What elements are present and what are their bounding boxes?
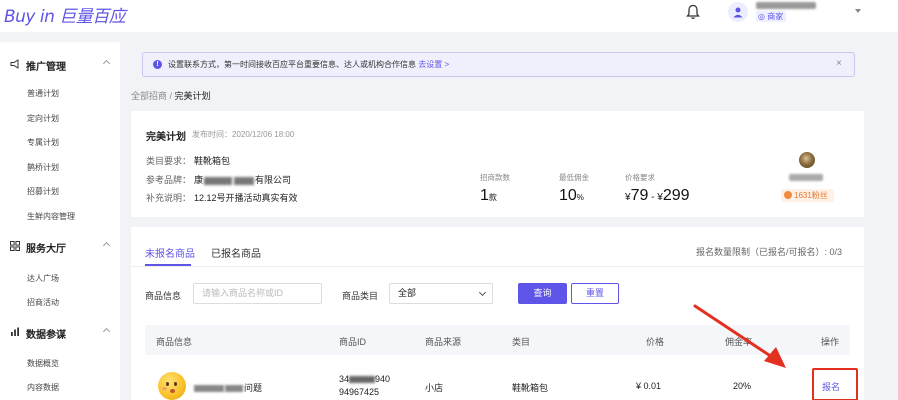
annotation-arrow: [693, 304, 786, 368]
